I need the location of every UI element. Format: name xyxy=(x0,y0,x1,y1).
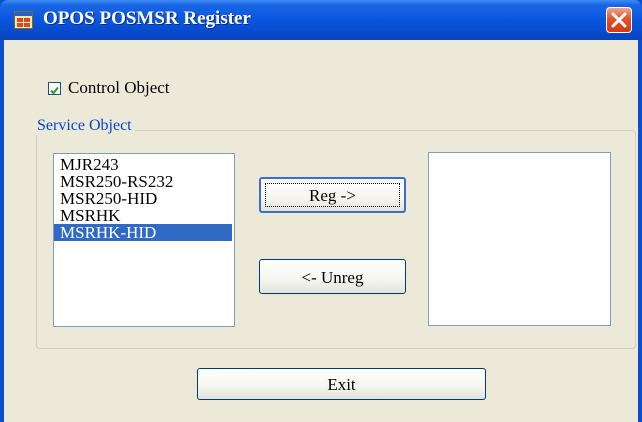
unregister-button[interactable]: <- Unreg xyxy=(259,259,406,294)
list-item[interactable]: MSR250-HID xyxy=(54,190,232,207)
exit-button[interactable]: Exit xyxy=(197,368,486,400)
focus-rect xyxy=(265,183,400,207)
window-title: OPOS POSMSR Register xyxy=(43,8,251,29)
unregister-button-label: <- Unreg xyxy=(301,268,364,287)
control-object-label: Control Object xyxy=(68,78,170,97)
app-window-icon[interactable] xyxy=(14,11,33,29)
list-item[interactable]: MSRHK xyxy=(54,207,232,224)
close-button[interactable] xyxy=(606,7,632,33)
list-item[interactable]: MSR250-RS232 xyxy=(54,173,232,190)
available-services-list[interactable]: MJR243 MSR250-RS232 MSR250-HID MSRHK MSRHK-H… xyxy=(53,153,235,327)
app-window: OPOS POSMSR Register Control Object Serv… xyxy=(0,0,642,422)
list-item[interactable]: MSRHK-HID xyxy=(54,224,232,241)
register-button[interactable]: Reg -> xyxy=(259,177,406,213)
checkmark-icon xyxy=(50,86,59,95)
registered-services-list[interactable] xyxy=(428,152,611,326)
control-object-checkbox[interactable] xyxy=(48,82,61,95)
service-object-group-label: Service Object xyxy=(36,117,135,135)
exit-button-label: Exit xyxy=(327,375,356,394)
list-item[interactable]: MJR243 xyxy=(54,156,232,173)
dialog-client-area: Control Object Service Object MJR243 MSR2… xyxy=(4,40,638,422)
close-icon xyxy=(611,12,627,28)
title-bar[interactable]: OPOS POSMSR Register xyxy=(0,0,642,40)
